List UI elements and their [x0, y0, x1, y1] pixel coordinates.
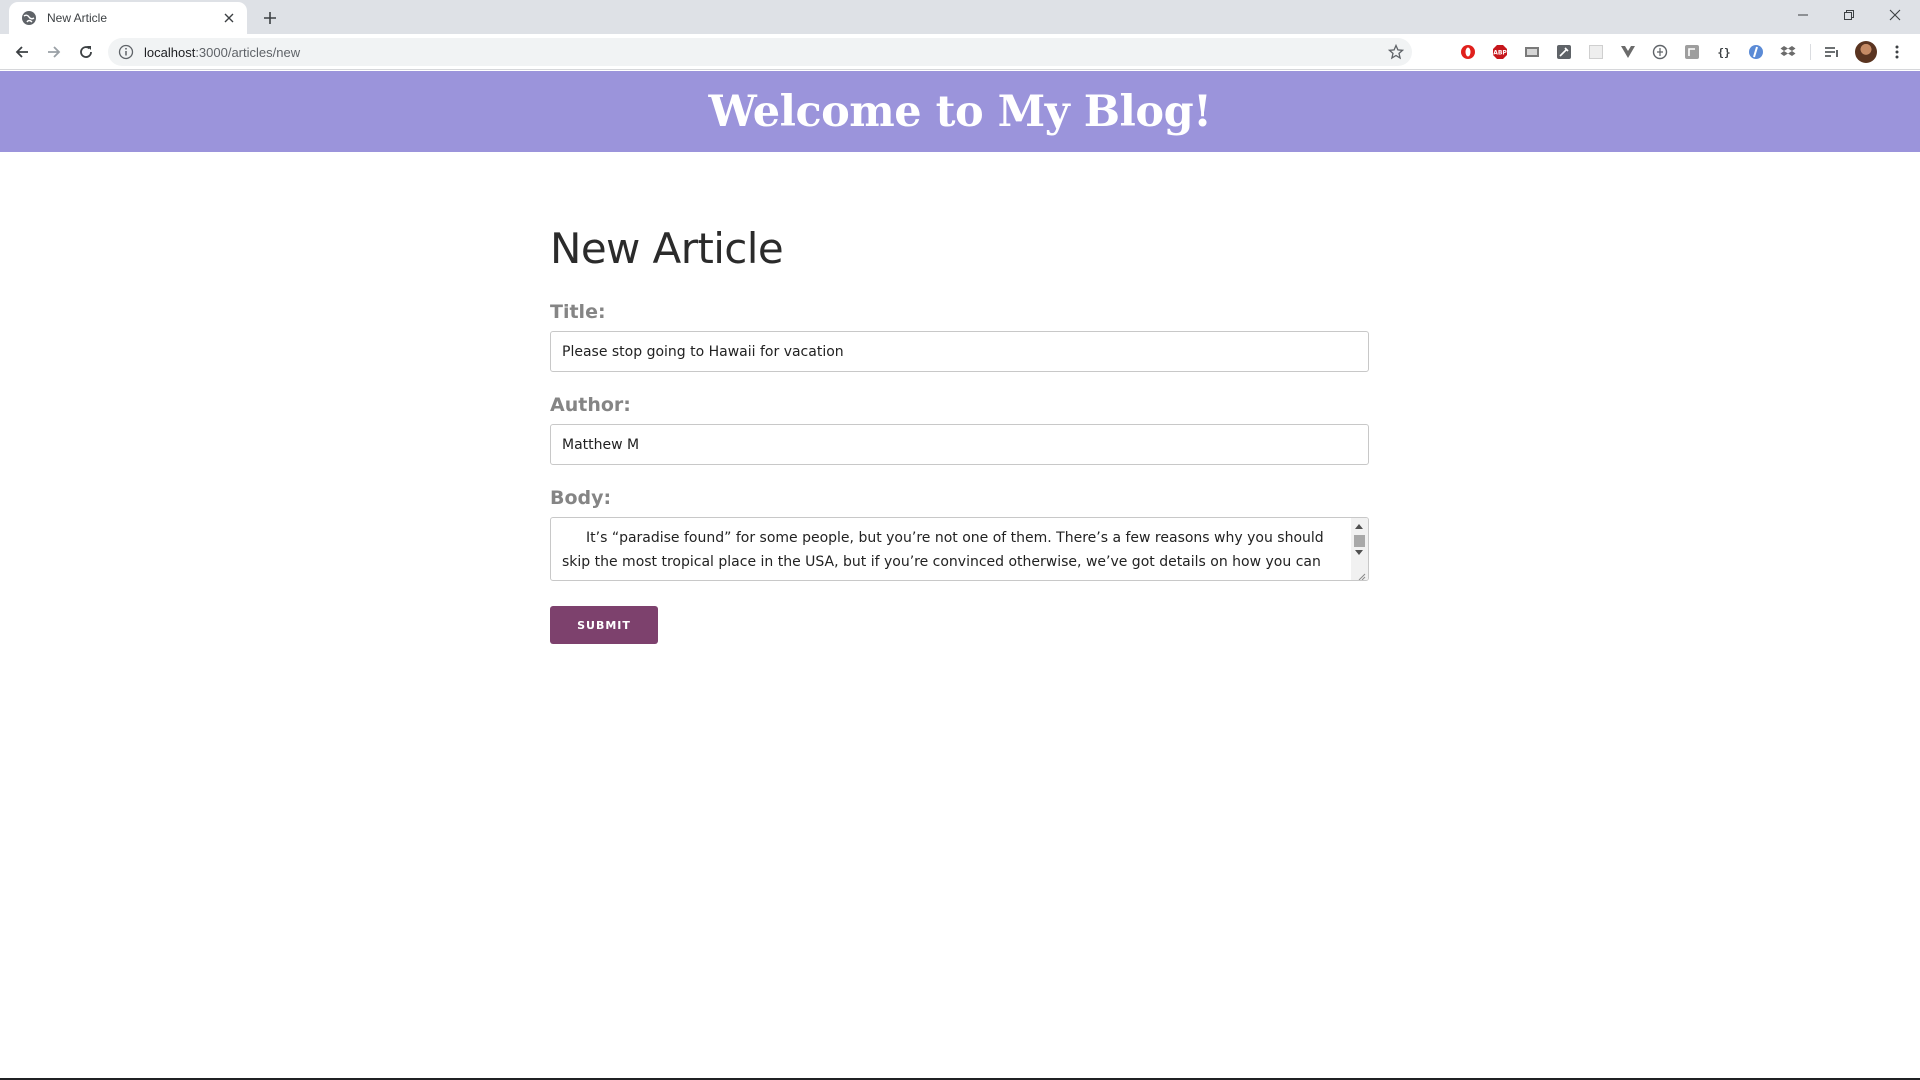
- edit-icon[interactable]: [1555, 43, 1573, 61]
- puzzle-icon[interactable]: [1683, 43, 1701, 61]
- submit-button[interactable]: SUBMIT: [550, 606, 658, 644]
- forward-arrow-icon[interactable]: [42, 40, 66, 64]
- code-braces-icon[interactable]: {}: [1715, 43, 1733, 61]
- minimize-icon[interactable]: [1780, 0, 1826, 30]
- body-text: It’s “paradise found” for some people, b…: [562, 530, 1324, 570]
- url-text: localhost:3000/articles/new: [144, 45, 300, 60]
- globe-favicon-icon: [21, 10, 37, 26]
- resize-grip-icon[interactable]: [1356, 568, 1366, 580]
- scroll-thumb[interactable]: [1354, 535, 1365, 547]
- tab-strip: New Article: [0, 0, 1920, 34]
- dropbox-icon[interactable]: [1779, 43, 1797, 61]
- url-host: localhost: [144, 44, 196, 60]
- svg-text:ABP: ABP: [1493, 50, 1507, 57]
- url-path: :3000/articles/new: [195, 44, 301, 60]
- site-title: Welcome to My Blog!: [708, 86, 1212, 137]
- globe-icon[interactable]: [1651, 43, 1669, 61]
- new-article-form: New Article Title: Author: Body: It’s “p…: [550, 224, 1370, 644]
- back-arrow-icon[interactable]: [10, 40, 34, 64]
- new-tab-icon[interactable]: [260, 8, 280, 28]
- scroll-up-icon[interactable]: [1355, 524, 1363, 529]
- opera-icon[interactable]: [1459, 43, 1477, 61]
- close-tab-icon[interactable]: [221, 10, 237, 26]
- site-info-icon[interactable]: [118, 44, 134, 60]
- browser-toolbar: localhost:3000/articles/new ABP {}: [0, 34, 1920, 70]
- scroll-down-icon[interactable]: [1355, 550, 1363, 555]
- address-bar[interactable]: localhost:3000/articles/new: [108, 38, 1412, 66]
- body-label: Body:: [550, 487, 612, 509]
- author-input[interactable]: [550, 424, 1369, 465]
- media-queue-icon[interactable]: [1823, 43, 1841, 61]
- adblock-plus-icon[interactable]: ABP: [1491, 43, 1509, 61]
- blank-icon[interactable]: [1587, 43, 1605, 61]
- more-menu-icon[interactable]: [1888, 43, 1906, 61]
- tab-title: New Article: [47, 11, 108, 25]
- profile-avatar[interactable]: [1855, 41, 1877, 63]
- bookmark-star-icon[interactable]: [1388, 44, 1404, 60]
- page-title: New Article: [550, 224, 784, 273]
- close-window-icon[interactable]: [1872, 0, 1918, 30]
- body-textarea[interactable]: It’s “paradise found” for some people, b…: [550, 517, 1369, 581]
- title-label: Title:: [550, 301, 606, 323]
- browser-tab[interactable]: New Article: [9, 2, 247, 34]
- svg-text:{}: {}: [1717, 46, 1730, 59]
- restore-icon[interactable]: [1826, 0, 1872, 30]
- title-input[interactable]: [550, 331, 1369, 372]
- page-content: Welcome to My Blog! New Article Title: A…: [0, 71, 1920, 1078]
- vue-devtools-icon[interactable]: [1619, 43, 1637, 61]
- reload-icon[interactable]: [74, 40, 98, 64]
- toolbar-separator: [1810, 44, 1811, 60]
- site-header: Welcome to My Blog!: [0, 71, 1920, 152]
- author-label: Author:: [550, 394, 631, 416]
- lastpass-icon[interactable]: [1747, 43, 1765, 61]
- pdf-icon[interactable]: [1523, 43, 1541, 61]
